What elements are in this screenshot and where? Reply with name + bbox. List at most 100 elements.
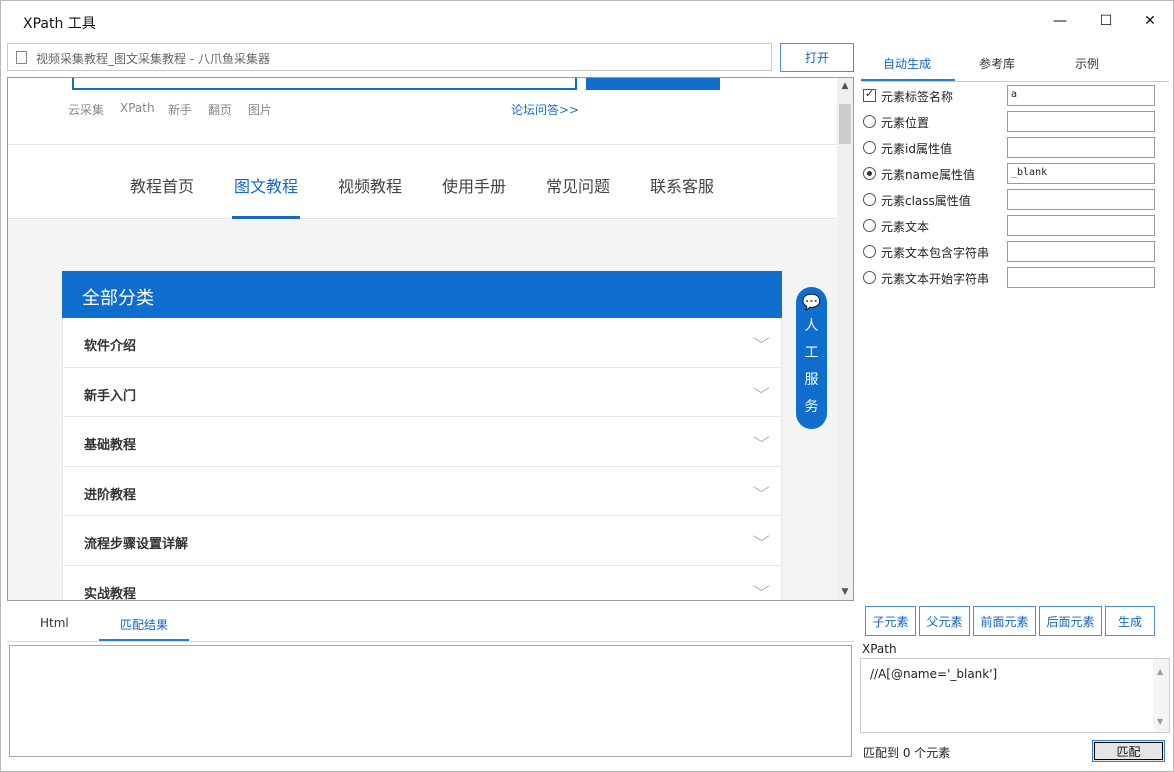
site-nav: 教程首页 图文教程 视频教程 使用手册 常见问题 联系客服 [8,144,837,219]
category-label: 流程步骤设置详解 [84,537,189,553]
xpath-textarea[interactable]: //A[@name='_blank'] ▲ ▼ [860,658,1170,733]
chevron-down-icon: ⌵ [753,331,771,347]
parent-element-button[interactable]: 父元素 [919,606,970,636]
category-item[interactable]: 流程步骤设置详解 ⌵ [63,516,781,566]
quick-link[interactable]: 翻页 [208,101,232,118]
class-radio[interactable] [863,193,876,206]
site-search-input[interactable] [72,78,577,90]
browser-view[interactable]: 云采集 XPath 新手 翻页 图片 论坛问答>> 教程首页 图文教程 视频教程… [7,77,854,601]
document-icon [16,51,27,64]
option-text-starts[interactable]: 元素文本开始字符串 [863,267,1163,288]
category-item[interactable]: 新手入门 ⌵ [63,368,781,418]
quick-link[interactable]: 图片 [248,101,272,118]
text-radio[interactable] [863,219,876,232]
option-text-contains[interactable]: 元素文本包含字符串 [863,241,1163,262]
scroll-down-icon[interactable]: ▼ [1157,717,1163,726]
category-list: 软件介绍 ⌵ 新手入门 ⌵ 基础教程 ⌵ 进阶教程 ⌵ 流程步骤设置详解 ⌵ 实战教程 ⌵ [62,318,782,600]
tab-html[interactable]: Html [40,616,69,630]
tab-auto-generate[interactable]: 自动生成 [883,55,931,72]
quick-link[interactable]: XPath [120,101,155,115]
option-label: 元素name属性值 [881,168,976,182]
option-class[interactable]: 元素class属性值 [863,189,1163,210]
bottom-tabs: Html 匹配结果 [7,601,855,643]
tab-match-results[interactable]: 匹配结果 [120,616,168,633]
forum-link[interactable]: 论坛问答>> [511,101,579,118]
name-radio[interactable] [863,167,876,180]
service-char: 工 [804,345,819,361]
url-text[interactable]: 视频采集教程_图文采集教程 - 八爪鱼采集器 [36,50,270,67]
nav-item[interactable]: 使用手册 [442,173,506,197]
tab-divider [861,81,1169,82]
category-label: 新手入门 [84,388,137,404]
option-name[interactable]: 元素name属性值 _blank [863,163,1163,184]
tag-name-field[interactable]: a [1007,85,1155,106]
text-contains-field[interactable] [1007,241,1155,262]
category-item[interactable]: 软件介绍 ⌵ [63,318,781,368]
child-element-button[interactable]: 子元素 [865,606,916,636]
nav-active-underline [232,216,300,219]
option-text[interactable]: 元素文本 [863,215,1163,236]
quick-link[interactable]: 云采集 [68,101,104,118]
text-contains-radio[interactable] [863,245,876,258]
previous-element-button[interactable]: 前面元素 [973,606,1036,636]
right-pane: 自动生成 参考库 示例 元素标签名称 a 元素位置 元素id属性值 元素name… [859,41,1173,771]
option-position[interactable]: 元素位置 [863,111,1163,132]
site-search-button[interactable] [586,78,720,90]
next-element-button[interactable]: 后面元素 [1039,606,1102,636]
xpath-value[interactable]: //A[@name='_blank'] [870,667,997,681]
generate-button[interactable]: 生成 [1105,606,1155,636]
service-char: 服 [804,372,819,388]
text-starts-field[interactable] [1007,267,1155,288]
chevron-down-icon: ⌵ [753,479,771,496]
option-id[interactable]: 元素id属性值 [863,137,1163,158]
id-radio[interactable] [863,141,876,154]
option-label: 元素文本包含字符串 [881,246,990,260]
url-input[interactable]: 视频采集教程_图文采集教程 - 八爪鱼采集器 [7,43,772,71]
scroll-up-icon[interactable]: ▲ [1157,667,1163,676]
xpath-scrollbar[interactable]: ▲ ▼ [1153,659,1169,732]
close-icon[interactable]: ✕ [1127,1,1173,41]
minimize-icon[interactable]: — [1037,1,1083,41]
nav-item[interactable]: 联系客服 [650,173,714,197]
option-label: 元素位置 [881,116,930,130]
option-label: 元素class属性值 [881,194,971,208]
class-field[interactable] [1007,189,1155,210]
category-item[interactable]: 基础教程 ⌵ [63,417,781,467]
nav-item[interactable]: 常见问题 [546,173,610,197]
match-button[interactable]: 匹配 [1092,740,1165,762]
category-item[interactable]: 实战教程 ⌵ [63,566,781,600]
scroll-down-icon[interactable]: ▼ [837,584,853,600]
chevron-down-icon: ⌵ [753,430,771,447]
nav-item-active[interactable]: 图文教程 [234,173,298,197]
nav-item[interactable]: 视频教程 [338,173,402,197]
scrollbar-thumb[interactable] [839,104,851,144]
category-label: 进阶教程 [84,487,137,503]
name-field[interactable]: _blank [1007,163,1155,184]
quick-link[interactable]: 新手 [168,101,192,118]
service-char: 人 [804,318,819,334]
position-radio[interactable] [863,115,876,128]
tag-name-checkbox[interactable] [863,87,876,102]
customer-service-button[interactable]: 💬 人 工 服 务 [796,287,827,429]
category-header: 全部分类 [62,271,782,318]
position-field[interactable] [1007,111,1155,132]
id-field[interactable] [1007,137,1155,158]
open-button[interactable]: 打开 [780,43,854,72]
maximize-icon[interactable]: ☐ [1083,1,1129,41]
scroll-up-icon[interactable]: ▲ [837,78,853,94]
tab-divider [7,641,855,642]
category-item[interactable]: 进阶教程 ⌵ [63,467,781,517]
window-title: XPath 工具 [23,16,96,32]
tab-reference[interactable]: 参考库 [979,55,1015,72]
nav-item[interactable]: 教程首页 [130,173,194,197]
text-field[interactable] [1007,215,1155,236]
match-results-textarea[interactable] [9,645,852,757]
chevron-down-icon: ⌵ [753,380,771,397]
text-starts-radio[interactable] [863,271,876,284]
xpath-label: XPath [862,642,897,656]
right-tabs: 自动生成 参考库 示例 [859,51,1171,83]
tab-examples[interactable]: 示例 [1075,55,1099,72]
option-tag-name[interactable]: 元素标签名称 a [863,85,1163,106]
browser-scrollbar[interactable]: ▲ ▼ [837,78,853,600]
service-char: 务 [804,399,819,415]
